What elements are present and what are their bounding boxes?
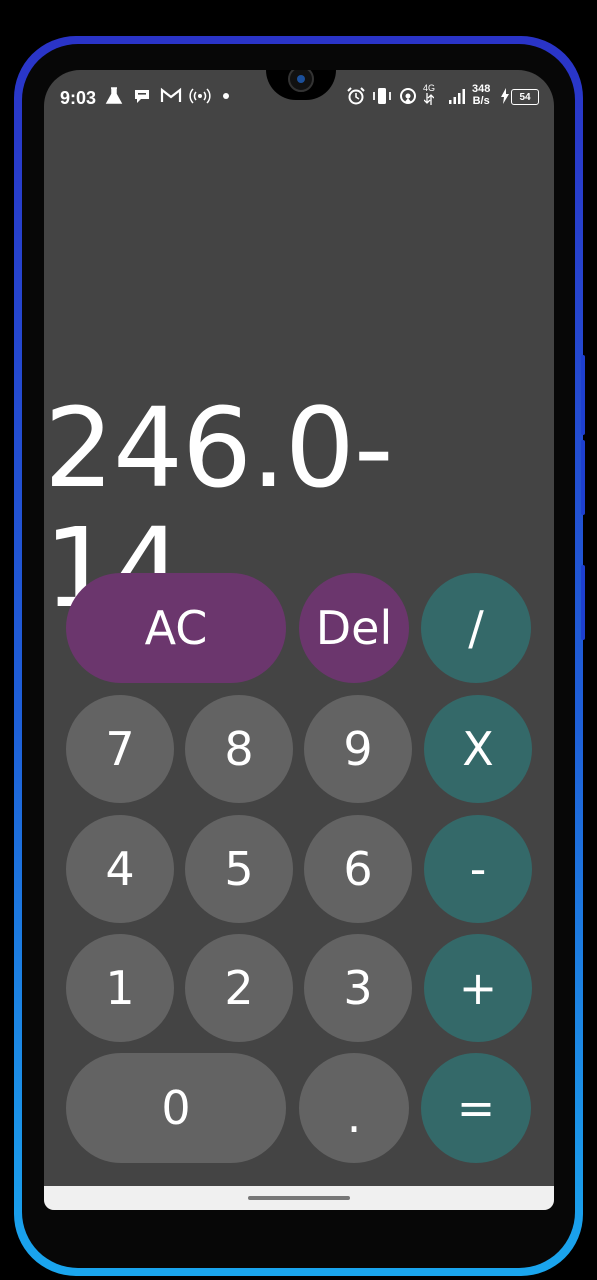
clear-button[interactable]: AC xyxy=(66,573,286,683)
digit-7-button[interactable]: 7 xyxy=(66,695,174,803)
network-type-text: 4G xyxy=(423,83,436,93)
charging-icon xyxy=(500,88,510,104)
decimal-button[interactable]: . xyxy=(299,1053,409,1163)
divide-button[interactable]: / xyxy=(421,573,531,683)
equals-button[interactable]: = xyxy=(421,1053,531,1163)
delete-button[interactable]: Del xyxy=(299,573,409,683)
digit-4-button[interactable]: 4 xyxy=(66,815,174,923)
volume-down-button xyxy=(581,440,585,515)
location-icon xyxy=(398,86,418,106)
status-time: 9:03 xyxy=(60,88,97,108)
vibrate-icon xyxy=(371,86,393,106)
digit-0-button[interactable]: 0 xyxy=(66,1053,286,1163)
volume-up-button xyxy=(581,355,585,435)
home-gesture-handle[interactable] xyxy=(248,1196,350,1200)
hotspot-icon xyxy=(189,86,211,106)
flask-icon xyxy=(104,86,124,106)
dot-icon xyxy=(222,92,230,100)
app-screen: 9:03 4G 348 B/s 54 246.0-14 AC Del / 7 8… xyxy=(44,70,554,1210)
power-button xyxy=(581,565,585,640)
multiply-button[interactable]: X xyxy=(424,695,532,803)
digit-1-button[interactable]: 1 xyxy=(66,934,174,1042)
gmail-icon xyxy=(160,86,182,106)
alarm-icon xyxy=(346,86,366,106)
minus-button[interactable]: - xyxy=(424,815,532,923)
net-speed-unit: B/s xyxy=(472,95,490,107)
digit-2-button[interactable]: 2 xyxy=(185,934,293,1042)
plus-button[interactable]: + xyxy=(424,934,532,1042)
network-type-label: 4G xyxy=(423,84,435,105)
navigation-bar xyxy=(44,1186,554,1210)
status-bar: 9:03 4G 348 B/s 54 xyxy=(44,70,554,126)
digit-8-button[interactable]: 8 xyxy=(185,695,293,803)
battery-icon: 54 xyxy=(511,89,539,105)
battery-level: 54 xyxy=(519,91,531,103)
net-speed-value: 348 xyxy=(472,83,491,95)
digit-5-button[interactable]: 5 xyxy=(185,815,293,923)
net-speed: 348 B/s xyxy=(472,83,490,107)
digit-9-button[interactable]: 9 xyxy=(304,695,412,803)
chat-bubble-icon xyxy=(132,86,152,106)
digit-6-button[interactable]: 6 xyxy=(304,815,412,923)
signal-icon xyxy=(448,86,468,106)
digit-3-button[interactable]: 3 xyxy=(304,934,412,1042)
